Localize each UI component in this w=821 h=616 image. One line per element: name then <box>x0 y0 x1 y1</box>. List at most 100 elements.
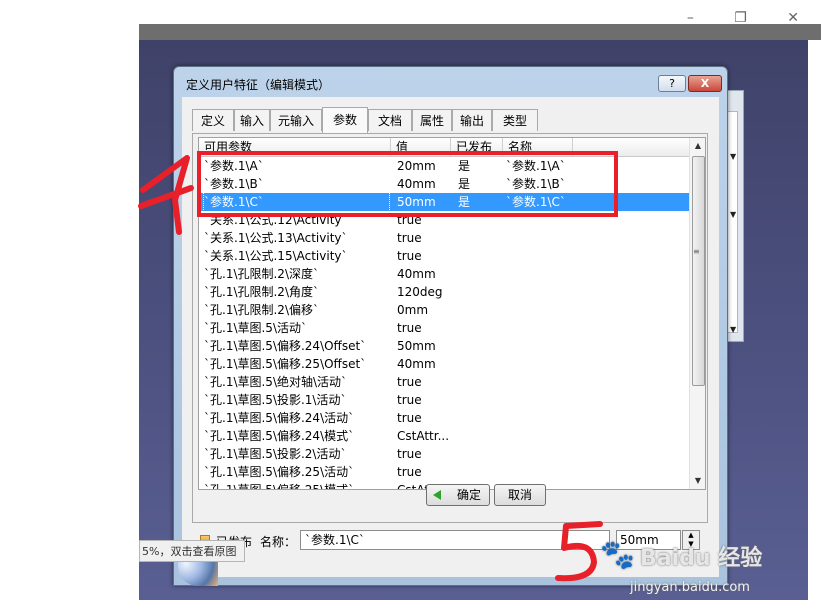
param-cell: `孔.1\孔限制.2\偏移` <box>204 303 319 317</box>
help-button[interactable]: ? <box>658 75 686 92</box>
name-cell <box>506 319 576 337</box>
param-cell: `孔.1\草图.5\偏移.25\模式` <box>204 483 355 490</box>
param-cell: `关系.1\公式.13\Activity` <box>204 231 348 245</box>
value-cell: CstAttr... <box>397 429 450 443</box>
table-row[interactable]: `孔.1\草图.5\偏移.24\Offset` 50mm <box>199 337 689 355</box>
define-user-feature-dialog: 定义用户特征（编辑模式） ? X 定义 输入 元输入 参数 文档 属性 输出 类… <box>173 66 728 586</box>
table-row[interactable]: `孔.1\草图.5\绝对轴\活动` true <box>199 373 689 391</box>
param-cell: `孔.1\草图.5\偏移.25\活动` <box>204 465 355 479</box>
table-row[interactable]: `孔.1\孔限制.2\深度` 40mm <box>199 265 689 283</box>
table-row[interactable]: `孔.1\草图.5\偏移.25\活动` true <box>199 463 689 481</box>
param-cell: `孔.1\草图.5\偏移.24\活动` <box>204 411 355 425</box>
param-cell: `孔.1\草图.5\偏移.24\Offset` <box>204 339 367 353</box>
ok-button[interactable]: 确定 <box>426 484 490 506</box>
value-cell: true <box>397 393 422 407</box>
tab-documents[interactable]: 文档 <box>368 109 412 131</box>
param-cell: `孔.1\草图.5\活动` <box>204 321 307 335</box>
cancel-button[interactable]: 取消 <box>494 484 546 506</box>
name-cell <box>506 391 576 409</box>
side-arrow-icon: ▼ <box>730 325 737 334</box>
ok-label: 确定 <box>456 488 481 502</box>
grip-icon: ≡ <box>693 247 700 256</box>
side-arrow-icon: ▼ <box>730 152 737 161</box>
value-cell: true <box>397 465 422 479</box>
value-cell: true <box>397 249 422 263</box>
published-cell <box>458 427 503 445</box>
param-cell: `孔.1\草图.5\投影.1\活动` <box>204 393 347 407</box>
window-controls-icon: – ❐ ✕ <box>686 10 817 26</box>
param-cell: `关系.1\公式.15\Activity` <box>204 249 348 263</box>
published-cell <box>458 445 503 463</box>
table-row[interactable]: `孔.1\孔限制.2\偏移` 0mm <box>199 301 689 319</box>
table-row[interactable]: `孔.1\孔限制.2\角度` 120deg <box>199 283 689 301</box>
table-row[interactable]: `孔.1\草图.5\偏移.24\活动` true <box>199 409 689 427</box>
published-cell <box>458 463 503 481</box>
tab-meta-inputs[interactable]: 元输入 <box>270 109 322 131</box>
table-row[interactable]: `孔.1\草图.5\偏移.25\Offset` 40mm <box>199 355 689 373</box>
published-cell <box>458 337 503 355</box>
scroll-thumb[interactable] <box>692 156 705 386</box>
published-cell <box>458 355 503 373</box>
name-cell <box>506 229 576 247</box>
name-cell <box>506 463 576 481</box>
table-row[interactable]: `孔.1\草图.5\活动` true <box>199 319 689 337</box>
table-row[interactable]: `孔.1\草图.5\投影.2\活动` true <box>199 445 689 463</box>
tab-parameters[interactable]: 参数 <box>322 107 368 133</box>
name-cell <box>506 355 576 373</box>
param-cell: `孔.1\孔限制.2\角度` <box>204 285 319 299</box>
name-cell <box>506 247 576 265</box>
name-cell <box>506 445 576 463</box>
param-cell: `孔.1\草图.5\绝对轴\活动` <box>204 375 348 389</box>
value-cell: 50mm <box>397 339 436 353</box>
tab-type[interactable]: 类型 <box>492 109 538 131</box>
scroll-up-icon[interactable]: ▲ <box>690 138 705 154</box>
table-row[interactable]: `关系.1\公式.15\Activity` true <box>199 247 689 265</box>
viewport-edge <box>809 40 821 600</box>
param-cell: `孔.1\草图.5\偏移.24\模式` <box>204 429 355 443</box>
value-cell: 0mm <box>397 303 429 317</box>
published-cell <box>458 265 503 283</box>
published-cell <box>458 247 503 265</box>
param-cell: `孔.1\孔限制.2\深度` <box>204 267 319 281</box>
name-cell <box>506 373 576 391</box>
list-scrollbar[interactable]: ▲ ≡ ▼ <box>689 138 705 489</box>
ok-arrow-icon <box>433 490 441 500</box>
tab-properties[interactable]: 属性 <box>412 109 452 131</box>
value-cell: true <box>397 375 422 389</box>
published-cell <box>458 409 503 427</box>
image-zoom-hint[interactable]: 5%，双击查看原图 <box>139 540 245 562</box>
value-cell: 40mm <box>397 357 436 371</box>
close-button[interactable]: X <box>688 75 722 92</box>
watermark-url: jingyan.baidu.com <box>630 580 750 595</box>
name-cell <box>506 337 576 355</box>
value-cell: true <box>397 411 422 425</box>
scroll-down-icon[interactable]: ▼ <box>690 473 705 489</box>
value-cell: 120deg <box>397 285 443 299</box>
value-cell: true <box>397 321 422 335</box>
param-cell: `孔.1\草图.5\投影.2\活动` <box>204 447 347 461</box>
published-cell <box>458 319 503 337</box>
watermark-main: Baidu 经验 <box>640 546 763 571</box>
annotation-mark-1 <box>138 155 194 235</box>
dialog-title: 定义用户特征（编辑模式） <box>186 78 331 92</box>
table-row[interactable]: `孔.1\草图.5\偏移.24\模式` CstAttr... <box>199 427 689 445</box>
tab-inputs[interactable]: 输入 <box>234 109 270 131</box>
name-cell <box>506 409 576 427</box>
value-cell: 40mm <box>397 267 436 281</box>
table-row[interactable]: `孔.1\草图.5\投影.1\活动` true <box>199 391 689 409</box>
published-cell <box>458 283 503 301</box>
param-cell: `孔.1\草图.5\偏移.25\Offset` <box>204 357 367 371</box>
tab-outputs[interactable]: 输出 <box>452 109 492 131</box>
name-cell <box>506 283 576 301</box>
name-cell <box>506 427 576 445</box>
app-top-bar: – ❐ ✕ <box>139 10 821 40</box>
tab-definition[interactable]: 定义 <box>192 109 234 131</box>
baidu-watermark: 🐾 Baidu 经验 jingyan.baidu.com <box>600 538 780 598</box>
paw-icon: 🐾 <box>600 538 635 571</box>
value-cell: true <box>397 231 422 245</box>
name-cell <box>506 301 576 319</box>
published-cell <box>458 391 503 409</box>
table-row[interactable]: `关系.1\公式.13\Activity` true <box>199 229 689 247</box>
name-label: 名称： <box>260 535 297 549</box>
published-cell <box>458 301 503 319</box>
